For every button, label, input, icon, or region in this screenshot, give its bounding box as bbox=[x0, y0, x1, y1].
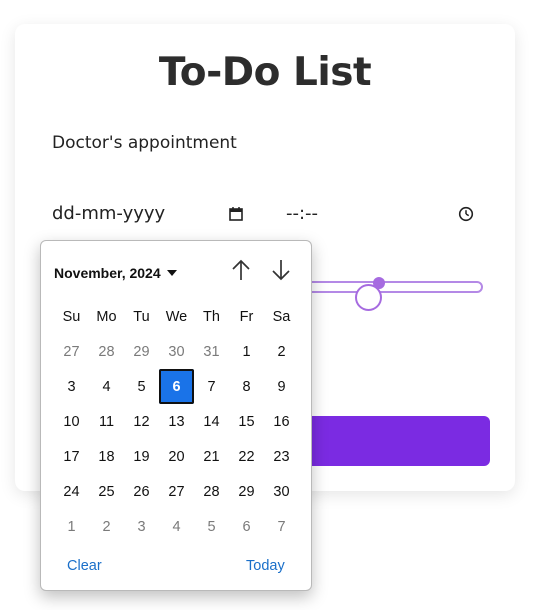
calendar-day[interactable]: 27 bbox=[54, 334, 89, 369]
weekday-header: Mo bbox=[96, 308, 117, 325]
calendar-day[interactable]: 28 bbox=[194, 474, 229, 509]
calendar-day[interactable]: 3 bbox=[124, 509, 159, 544]
calendar-day[interactable]: 13 bbox=[159, 404, 194, 439]
calendar-day[interactable]: 17 bbox=[54, 439, 89, 474]
month-label: November, 2024 bbox=[54, 265, 161, 281]
calendar-day[interactable]: 1 bbox=[54, 509, 89, 544]
calendar-day[interactable]: 25 bbox=[89, 474, 124, 509]
calendar-day[interactable]: 3 bbox=[54, 369, 89, 404]
page-title: To-Do List bbox=[158, 50, 372, 95]
priority-slider-track[interactable] bbox=[300, 281, 483, 293]
calendar-day[interactable]: 14 bbox=[194, 404, 229, 439]
weekday-header: Su bbox=[62, 308, 81, 325]
calendar-day[interactable]: 15 bbox=[229, 404, 264, 439]
calendar-day[interactable]: 5 bbox=[194, 509, 229, 544]
calendar-day[interactable]: 26 bbox=[124, 474, 159, 509]
date-placeholder: dd-mm-yyyy bbox=[52, 203, 166, 224]
calendar-grid: Su Mo Tu We Th Fr Sa 27 28 29 30 31 1 2 3 4 5 6 7 8 9 10 11 12 1… bbox=[54, 299, 299, 544]
calendar-day[interactable]: 6 bbox=[229, 509, 264, 544]
calendar-day[interactable]: 4 bbox=[159, 509, 194, 544]
priority-slider-thumb[interactable] bbox=[355, 284, 382, 311]
previous-month-button[interactable] bbox=[229, 258, 253, 282]
clear-button[interactable]: Clear bbox=[67, 558, 102, 574]
date-input[interactable]: dd-mm-yyyy bbox=[52, 203, 248, 227]
calendar-day[interactable]: 28 bbox=[89, 334, 124, 369]
calendar-day[interactable]: 5 bbox=[124, 369, 159, 404]
calendar-day[interactable]: 7 bbox=[264, 509, 299, 544]
calendar-day[interactable]: 2 bbox=[264, 334, 299, 369]
time-input[interactable]: --:-- bbox=[286, 203, 478, 227]
calendar-day[interactable]: 2 bbox=[89, 509, 124, 544]
time-placeholder: --:-- bbox=[286, 203, 319, 224]
weekday-header: We bbox=[165, 308, 188, 325]
calendar-icon[interactable] bbox=[228, 206, 244, 227]
weekday-header: Th bbox=[203, 308, 220, 325]
calendar-day[interactable]: 11 bbox=[89, 404, 124, 439]
calendar-day[interactable]: 24 bbox=[54, 474, 89, 509]
calendar-day[interactable]: 19 bbox=[124, 439, 159, 474]
calendar-day[interactable]: 27 bbox=[159, 474, 194, 509]
calendar-day[interactable]: 23 bbox=[264, 439, 299, 474]
calendar-day[interactable]: 16 bbox=[264, 404, 299, 439]
calendar-day[interactable]: 31 bbox=[194, 334, 229, 369]
weekday-header: Fr bbox=[239, 308, 254, 325]
calendar-day[interactable]: 22 bbox=[229, 439, 264, 474]
calendar-day-selected[interactable]: 6 bbox=[159, 369, 194, 404]
calendar-day[interactable]: 20 bbox=[159, 439, 194, 474]
calendar-day[interactable]: 29 bbox=[124, 334, 159, 369]
next-month-button[interactable] bbox=[269, 258, 293, 282]
calendar-day[interactable]: 21 bbox=[194, 439, 229, 474]
arrow-down-icon bbox=[272, 260, 290, 281]
calendar-day[interactable]: 29 bbox=[229, 474, 264, 509]
weekday-header: Tu bbox=[133, 308, 150, 325]
clock-icon[interactable] bbox=[458, 206, 474, 227]
calendar-day[interactable]: 1 bbox=[229, 334, 264, 369]
calendar-day[interactable]: 4 bbox=[89, 369, 124, 404]
date-picker-popup: November, 2024 Su Mo Tu We Th Fr Sa 27 28 29 30 31 1… bbox=[40, 240, 312, 591]
weekday-header: Sa bbox=[272, 308, 291, 325]
calendar-day[interactable]: 18 bbox=[89, 439, 124, 474]
calendar-day[interactable]: 7 bbox=[194, 369, 229, 404]
calendar-day[interactable]: 12 bbox=[124, 404, 159, 439]
task-input[interactable]: Doctor's appointment bbox=[52, 133, 472, 157]
calendar-day[interactable]: 30 bbox=[264, 474, 299, 509]
calendar-day[interactable]: 9 bbox=[264, 369, 299, 404]
arrow-up-icon bbox=[232, 259, 250, 280]
calendar-day[interactable]: 8 bbox=[229, 369, 264, 404]
caret-down-icon bbox=[166, 270, 177, 276]
today-button[interactable]: Today bbox=[246, 558, 285, 574]
calendar-day[interactable]: 30 bbox=[159, 334, 194, 369]
month-selector[interactable]: November, 2024 bbox=[54, 263, 177, 283]
calendar-day[interactable]: 10 bbox=[54, 404, 89, 439]
